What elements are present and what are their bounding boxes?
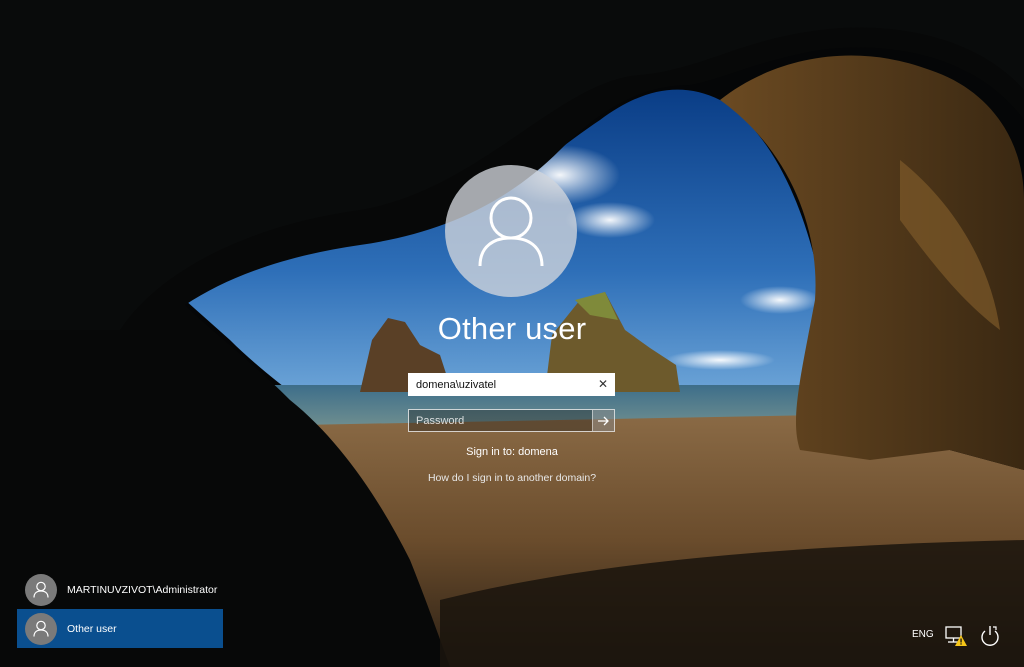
submit-button[interactable] [592, 410, 614, 431]
network-warning-icon[interactable] [944, 624, 968, 648]
language-indicator[interactable]: ENG [912, 629, 934, 640]
user-item-label: Other user [67, 622, 117, 635]
user-list: MARTINUVZIVOT\Administrator Other user [17, 570, 223, 648]
user-item-other-user[interactable]: Other user [17, 609, 223, 648]
clear-icon[interactable]: ✕ [598, 377, 608, 391]
user-item-label: MARTINUVZIVOT\Administrator [67, 583, 218, 596]
other-domain-help-link[interactable]: How do I sign in to another domain? [362, 472, 662, 484]
user-icon [33, 620, 49, 637]
user-avatar-small [25, 612, 57, 645]
user-item-administrator[interactable]: MARTINUVZIVOT\Administrator [17, 570, 223, 609]
username-input[interactable] [409, 374, 596, 395]
user-icon [478, 196, 544, 267]
user-avatar [445, 165, 577, 297]
password-input[interactable] [409, 410, 596, 431]
password-field[interactable] [408, 409, 615, 432]
user-icon [33, 581, 49, 598]
power-icon[interactable] [978, 624, 1002, 648]
username-title: Other user [437, 311, 587, 346]
username-field[interactable]: ✕ [408, 373, 615, 396]
user-avatar-small [25, 573, 57, 606]
sign-in-domain-text: Sign in to: domena [466, 446, 558, 458]
arrow-right-icon [597, 416, 609, 425]
